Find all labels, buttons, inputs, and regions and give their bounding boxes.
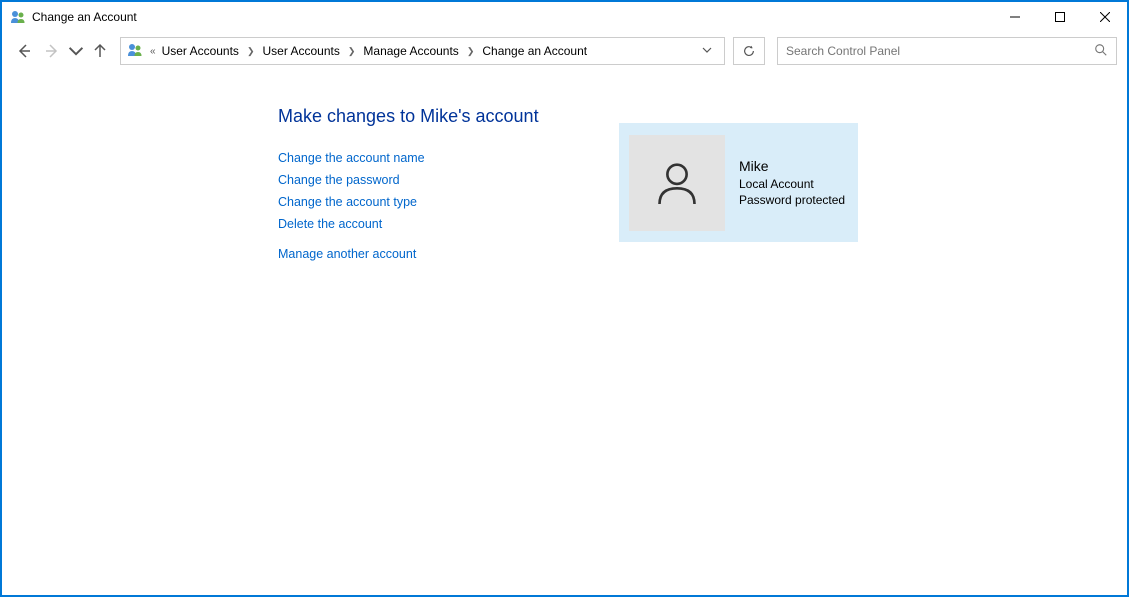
breadcrumb-item[interactable]: Manage Accounts (360, 44, 461, 58)
window-controls (992, 2, 1127, 32)
minimize-button[interactable] (992, 2, 1037, 32)
main-content: Make changes to Mike's account Change th… (2, 70, 1127, 265)
window-title: Change an Account (32, 10, 137, 24)
back-button[interactable] (12, 39, 36, 63)
manage-another-link[interactable]: Manage another account (278, 243, 1127, 265)
search-box[interactable] (777, 37, 1117, 65)
forward-button[interactable] (40, 39, 64, 63)
breadcrumb-item[interactable]: Change an Account (479, 44, 590, 58)
account-type: Local Account (739, 176, 845, 192)
recent-locations-button[interactable] (68, 39, 84, 63)
up-button[interactable] (88, 39, 112, 63)
breadcrumb-item[interactable]: User Accounts (159, 44, 242, 58)
refresh-button[interactable] (733, 37, 765, 65)
account-info: Mike Local Account Password protected (739, 158, 845, 208)
chevron-right-icon[interactable]: ❯ (467, 46, 475, 57)
user-accounts-icon (127, 42, 143, 61)
maximize-button[interactable] (1037, 2, 1082, 32)
chevron-right-icon[interactable]: ❯ (348, 46, 356, 57)
breadcrumb-overflow-icon[interactable]: « (150, 46, 156, 57)
account-status: Password protected (739, 192, 845, 208)
breadcrumb[interactable]: « User Accounts ❯ User Accounts ❯ Manage… (120, 37, 725, 65)
search-input[interactable] (786, 44, 1094, 58)
navigation-bar: « User Accounts ❯ User Accounts ❯ Manage… (2, 32, 1127, 70)
search-icon[interactable] (1094, 43, 1108, 60)
user-accounts-icon (10, 9, 26, 25)
chevron-right-icon[interactable]: ❯ (247, 46, 255, 57)
breadcrumb-item[interactable]: User Accounts (259, 44, 342, 58)
titlebar: Change an Account (2, 2, 1127, 32)
close-button[interactable] (1082, 2, 1127, 32)
account-name: Mike (739, 158, 845, 174)
breadcrumb-dropdown-button[interactable] (694, 44, 720, 58)
avatar (629, 135, 725, 231)
account-card[interactable]: Mike Local Account Password protected (619, 123, 858, 242)
